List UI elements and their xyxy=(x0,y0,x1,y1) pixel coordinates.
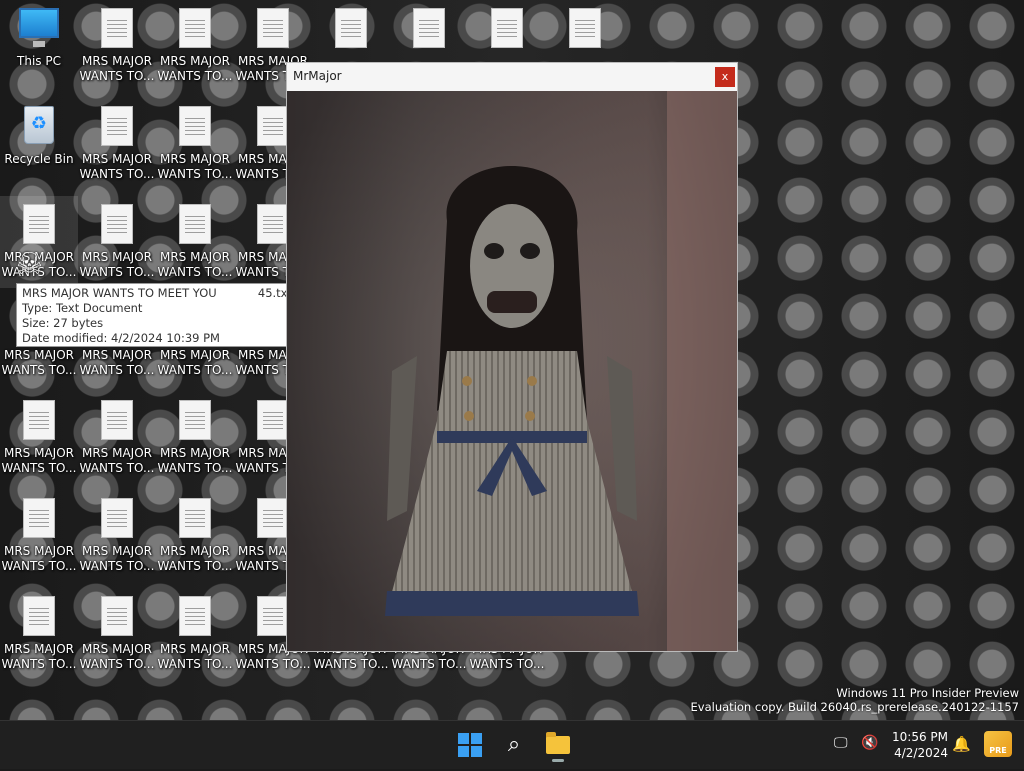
desktop-file-label: MRS MAJOR WANTS TO... xyxy=(1,348,77,377)
text-document-icon xyxy=(257,596,289,636)
desktop-file[interactable]: MRS MAJOR WANTS TO... xyxy=(78,588,156,680)
running-indicator xyxy=(552,759,564,762)
start-button[interactable] xyxy=(454,729,486,761)
desktop-file-label: MRS MAJOR WANTS TO... xyxy=(157,348,233,377)
desktop-file-label: MRS MAJOR WANTS TO... xyxy=(157,152,233,181)
desktop-file[interactable]: MRS MAJOR WANTS TO... xyxy=(78,196,156,288)
insider-pre-badge-icon[interactable]: PRE xyxy=(984,731,1012,757)
text-document-icon xyxy=(179,204,211,244)
this-pc-shortcut[interactable]: This PC xyxy=(0,0,78,92)
recycle-bin-icon: ♻ xyxy=(24,106,54,144)
search-icon[interactable]: ⌕ xyxy=(498,729,530,761)
desktop-file[interactable]: MRS MAJOR WANTS TO... xyxy=(0,490,78,582)
close-button[interactable]: x xyxy=(715,67,735,87)
desktop-file-label: MRS MAJOR WANTS TO... xyxy=(1,642,77,671)
desktop-file[interactable]: MRS MAJOR WANTS TO... xyxy=(156,392,234,484)
recycle-bin-label: Recycle Bin xyxy=(4,152,74,166)
desktop-file-label: MRS MAJOR WANTS TO... xyxy=(79,152,155,181)
evaluation-watermark: Windows 11 Pro Insider Preview Evaluatio… xyxy=(691,686,1019,714)
desktop-file[interactable]: MRS MAJOR WANTS TO... xyxy=(0,392,78,484)
recycle-bin-shortcut[interactable]: ♻ Recycle Bin xyxy=(0,98,78,190)
text-document-icon xyxy=(101,204,133,244)
text-document-icon xyxy=(413,8,445,48)
text-document-icon xyxy=(23,204,55,244)
desktop-file[interactable]: MRS MAJOR WANTS TO... xyxy=(156,588,234,680)
window-titlebar[interactable]: MrMajor x xyxy=(287,63,737,92)
desktop-file[interactable]: MRS MAJOR WANTS TO... xyxy=(78,392,156,484)
text-document-icon xyxy=(335,8,367,48)
text-document-icon xyxy=(491,8,523,48)
desktop-file-label: MRS MAJOR WANTS TO... xyxy=(157,250,233,279)
this-pc-label: This PC xyxy=(17,54,61,68)
windows-logo-icon xyxy=(458,733,469,744)
tooltip-type: Type: Text Document xyxy=(22,301,143,315)
mrmajor-window[interactable]: MrMajor x xyxy=(286,62,738,652)
taskbar: ⌕ 🖵 🔇 10:56 PM 4/2/2024 🔔 PRE xyxy=(0,720,1024,769)
desktop-file[interactable]: MRS MAJOR WANTS TO... xyxy=(156,196,234,288)
desktop-file[interactable]: MRS MAJOR WANTS TO... xyxy=(78,0,156,92)
network-icon[interactable]: 🖵 xyxy=(834,735,848,751)
window-title: MrMajor xyxy=(293,69,342,83)
desktop-file[interactable]: MRS MAJOR WANTS TO... xyxy=(78,490,156,582)
text-document-icon xyxy=(23,498,55,538)
clock-time: 10:56 PM xyxy=(892,730,948,744)
desktop-file-label: MRS MAJOR WANTS TO... xyxy=(157,642,233,671)
file-explorer-button[interactable] xyxy=(542,729,574,762)
doll-picture xyxy=(287,91,737,651)
creepy-doll-image xyxy=(287,91,737,651)
tooltip-size: Size: 27 bytes xyxy=(22,316,104,330)
text-document-icon xyxy=(179,498,211,538)
tooltip-date-modified: Date modified: 4/2/2024 10:39 PM xyxy=(22,331,220,345)
desktop-file[interactable]: MRS MAJOR WANTS TO... xyxy=(156,98,234,190)
desktop-file[interactable]: MRS MAJOR WANTS TO... xyxy=(0,588,78,680)
skull-cursor-icon: ☠ xyxy=(16,247,43,282)
text-document-icon xyxy=(179,8,211,48)
text-document-icon xyxy=(101,8,133,48)
text-document-icon xyxy=(179,400,211,440)
text-document-icon xyxy=(23,400,55,440)
text-document-icon xyxy=(101,400,133,440)
text-document-icon xyxy=(179,106,211,146)
notification-bell-icon[interactable]: 🔔 xyxy=(952,735,971,753)
text-document-icon xyxy=(101,106,133,146)
watermark-build: Evaluation copy. Build 26040.rs_prerelea… xyxy=(690,700,1019,714)
text-document-icon xyxy=(101,498,133,538)
clock[interactable]: 10:56 PM 4/2/2024 xyxy=(888,729,948,761)
volume-muted-icon[interactable]: 🔇 xyxy=(861,735,878,751)
text-document-icon xyxy=(179,596,211,636)
desktop-file-label: MRS MAJOR WANTS TO... xyxy=(79,54,155,83)
desktop-file-label: MRS MAJOR WANTS TO... xyxy=(157,446,233,475)
desktop-file-label: MRS MAJOR WANTS TO... xyxy=(157,544,233,573)
clock-date: 4/2/2024 xyxy=(894,746,948,760)
text-document-icon xyxy=(257,400,289,440)
text-document-icon xyxy=(101,596,133,636)
text-document-icon xyxy=(257,498,289,538)
text-document-icon xyxy=(257,106,289,146)
desktop-file-label: MRS MAJOR WANTS TO... xyxy=(79,446,155,475)
desktop-file[interactable]: MRS MAJOR WANTS TO... xyxy=(78,98,156,190)
desktop-file-label: MRS MAJOR WANTS TO... xyxy=(79,642,155,671)
monitor-icon xyxy=(19,8,59,47)
watermark-edition: Windows 11 Pro Insider Preview xyxy=(836,686,1019,700)
desktop-file-label: MRS MAJOR WANTS TO... xyxy=(1,544,77,573)
tooltip-filename: MRS MAJOR WANTS TO MEET YOU xyxy=(22,286,217,300)
desktop-file-label: MRS MAJOR WANTS TO... xyxy=(79,250,155,279)
desktop-file-label: MRS MAJOR WANTS TO... xyxy=(157,54,233,83)
text-document-icon xyxy=(569,8,601,48)
desktop-file-label: MRS MAJOR WANTS TO... xyxy=(1,446,77,475)
desktop-file-label: MRS MAJOR WANTS TO... xyxy=(79,348,155,377)
folder-icon xyxy=(546,732,570,754)
desktop-file-label: MRS MAJOR WANTS TO... xyxy=(79,544,155,573)
text-document-icon xyxy=(257,204,289,244)
desktop-file[interactable]: MRS MAJOR WANTS TO... xyxy=(156,0,234,92)
text-document-icon xyxy=(257,8,289,48)
file-tooltip: MRS MAJOR WANTS TO MEET YOU 45.txt Type:… xyxy=(16,283,298,347)
text-document-icon xyxy=(23,596,55,636)
desktop-file[interactable]: MRS MAJOR WANTS TO... xyxy=(156,490,234,582)
